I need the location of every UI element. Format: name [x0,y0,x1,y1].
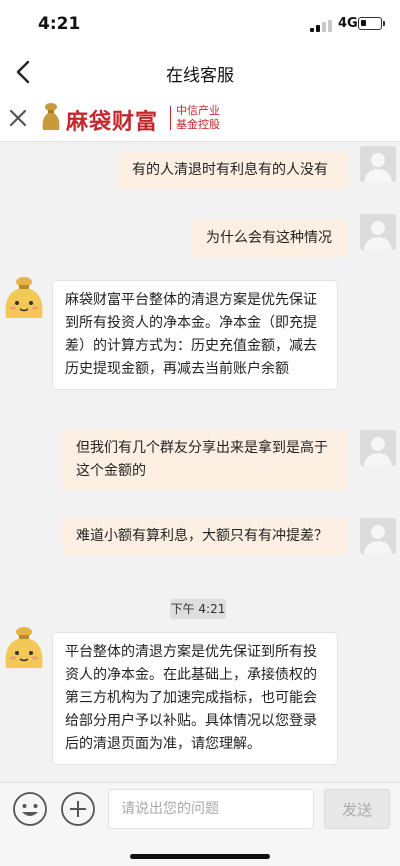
user-avatar-icon [364,153,392,182]
brand-bar: 麻袋财富 中信产业 基金控股 [0,96,400,142]
brand-divider [170,106,171,130]
message-text: 难道小额有算利息，大额只有有冲提差？ [76,528,328,544]
user-message-bubble: 有的人清退时有利息有的人没有 [118,152,348,189]
page-title: 在线客服 [166,66,234,86]
brand-name: 麻袋财富 [66,110,159,135]
user-message-bubble: 但我们有几个群友分享出来是拿到是高于这个金额的 [62,430,348,490]
battery-icon [358,17,385,30]
send-button[interactable]: 发送 [324,789,390,829]
nav-bar: 在线客服 [0,48,400,96]
brand-subtitle-line2: 基金控股 [176,118,220,131]
message-timestamp: 下午 4:21 [170,599,226,619]
home-indicator [130,854,270,859]
agent-message-bubble: 平台整体的清退方案是优先保证到所有投资人的净本金。在此基础上，承接债权的第三方机… [52,632,338,765]
user-avatar [360,146,396,182]
close-icon[interactable] [8,108,28,128]
agent-message-bubble: 麻袋财富平台整体的清退方案是优先保证到所有投资人的净本金。净本金（即充提差）的计… [52,280,338,390]
user-message-bubble: 为什么会有这种情况 [192,220,348,257]
user-avatar [360,430,396,466]
message-text: 为什么会有这种情况 [206,230,332,246]
message-text: 但我们有几个群友分享出来是拿到是高于这个金额的 [76,440,328,479]
brand-subtitle-line1: 中信产业 [176,104,220,117]
signal-icon [310,20,332,32]
status-time: 4:21 [38,14,81,34]
message-text: 麻袋财富平台整体的清退方案是优先保证到所有投资人的净本金。净本金（即充提差）的计… [65,292,317,377]
message-input[interactable] [108,789,314,829]
brand-subtitle: 中信产业 基金控股 [176,104,220,132]
user-avatar [360,518,396,554]
emoji-icon[interactable] [12,791,48,827]
user-avatar-icon [364,221,392,250]
money-bag-logo-icon [42,103,60,130]
message-text: 有的人清退时有利息有的人没有 [132,162,328,178]
user-message-bubble: 难道小额有算利息，大额只有有冲提差？ [62,518,348,555]
user-avatar-icon [364,437,392,466]
agent-avatar-icon [5,627,43,668]
status-bar: 4:21 4G [0,0,400,48]
user-avatar-icon [364,525,392,554]
plus-icon[interactable] [60,791,96,827]
chat-area[interactable]: 有的人清退时有利息有的人没有 为什么会有这种情况 麻袋财富平台整体的清退方案是优… [0,142,400,782]
network-type: 4G [338,16,358,31]
user-avatar [360,214,396,250]
agent-avatar-icon [5,277,43,318]
message-text: 平台整体的清退方案是优先保证到所有投资人的净本金。在此基础上，承接债权的第三方机… [65,644,317,752]
